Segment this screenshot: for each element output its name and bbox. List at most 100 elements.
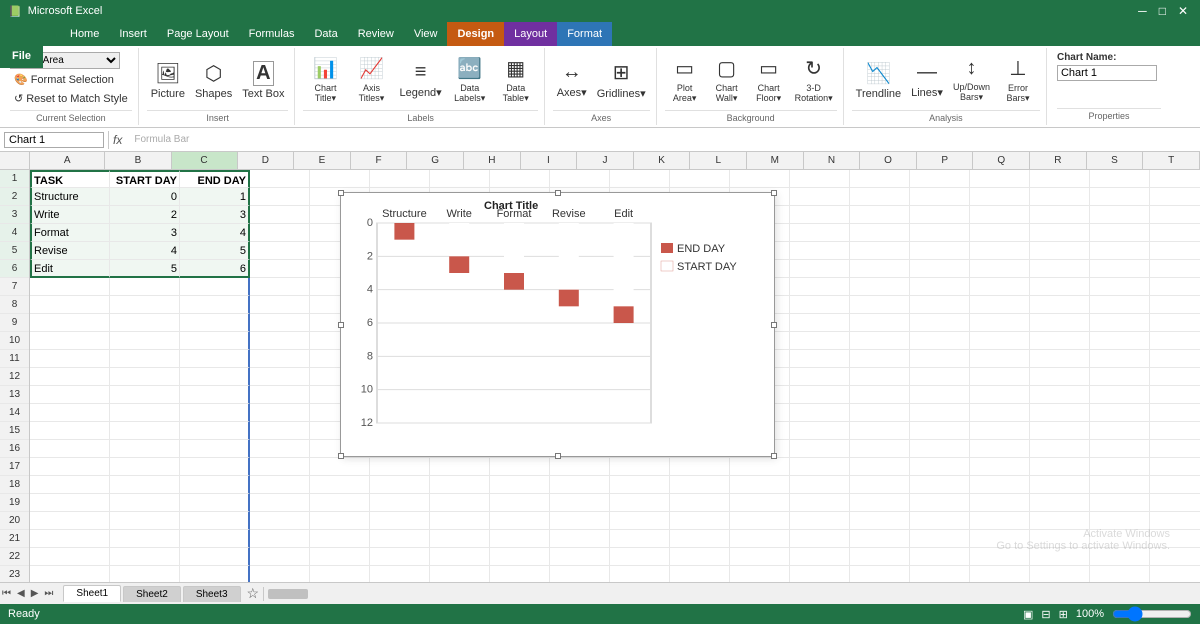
cell-8-D[interactable] [250,296,310,314]
cell-16-B[interactable] [110,440,180,458]
cell-23-M[interactable] [790,566,850,582]
cell-16-M[interactable] [790,440,850,458]
col-header-g[interactable]: G [407,152,464,169]
cell-9-Q[interactable] [1030,314,1090,332]
cell-23-H[interactable] [490,566,550,582]
cell-13-C[interactable] [180,386,250,404]
cell-5-N[interactable] [850,242,910,260]
cell-11-B[interactable] [110,350,180,368]
cell-20-M[interactable] [790,512,850,530]
cell-21-J[interactable] [610,530,670,548]
cell-9-O[interactable] [910,314,970,332]
cell-18-Q[interactable] [1030,476,1090,494]
cell-4-N[interactable] [850,224,910,242]
cell-7-B[interactable] [110,278,180,296]
row-num-2[interactable]: 2 [0,188,29,206]
cell-12-S[interactable] [1150,368,1200,386]
sheet-tab-2[interactable]: Sheet2 [123,586,181,602]
cell-11-O[interactable] [910,350,970,368]
cell-6-R[interactable] [1090,260,1150,278]
cell-15-R[interactable] [1090,422,1150,440]
minimize-btn[interactable]: ─ [1134,4,1151,18]
cell-1-Q[interactable] [1030,170,1090,188]
reset-match-btn[interactable]: ↺ Reset to Match Style [10,90,132,107]
cell-17-L[interactable] [730,458,790,476]
cell-19-F[interactable] [370,494,430,512]
cell-1-E[interactable] [310,170,370,188]
cell-9-M[interactable] [790,314,850,332]
cell-15-P[interactable] [970,422,1030,440]
cell-12-C[interactable] [180,368,250,386]
h-scrollbar-thumb[interactable] [268,589,308,599]
cell-18-I[interactable] [550,476,610,494]
cell-23-I[interactable] [550,566,610,582]
cell-10-B[interactable] [110,332,180,350]
cell-12-R[interactable] [1090,368,1150,386]
cell-18-J[interactable] [610,476,670,494]
cell-19-K[interactable] [670,494,730,512]
updown-bars-btn[interactable]: ↕ Up/DownBars▾ [949,55,994,105]
cell-16-A[interactable] [30,440,110,458]
cell-11-R[interactable] [1090,350,1150,368]
cell-13-M[interactable] [790,386,850,404]
cell-8-R[interactable] [1090,296,1150,314]
data-table-btn[interactable]: ▦ DataTable▾ [494,54,538,106]
cell-23-E[interactable] [310,566,370,582]
cell-17-C[interactable] [180,458,250,476]
cell-18-F[interactable] [370,476,430,494]
cell-21-A[interactable] [30,530,110,548]
cell-5-O[interactable] [910,242,970,260]
cell-7-C[interactable] [180,278,250,296]
cell-15-O[interactable] [910,422,970,440]
cell-7-O[interactable] [910,278,970,296]
cell-1-N[interactable] [850,170,910,188]
cell-11-N[interactable] [850,350,910,368]
cell-18-G[interactable] [430,476,490,494]
cell-2-P[interactable] [970,188,1030,206]
cell-21-M[interactable] [790,530,850,548]
cell-8-S[interactable] [1150,296,1200,314]
cell-20-R[interactable] [1090,512,1150,530]
cell-6-A[interactable]: Edit [30,260,110,278]
chart-handle-6[interactable] [555,453,561,459]
cell-21-Q[interactable] [1030,530,1090,548]
cell-16-N[interactable] [850,440,910,458]
cell-14-M[interactable] [790,404,850,422]
cell-23-C[interactable] [180,566,250,582]
tab-page-layout[interactable]: Page Layout [157,22,239,46]
picture-btn[interactable]: 🖼 Picture [147,59,189,102]
cell-10-C[interactable] [180,332,250,350]
row-num-11[interactable]: 11 [0,350,29,368]
cell-16-P[interactable] [970,440,1030,458]
cell-4-C[interactable]: 4 [180,224,250,242]
cell-16-Q[interactable] [1030,440,1090,458]
cell-17-M[interactable] [790,458,850,476]
file-tab[interactable]: File [0,44,43,68]
cell-5-S[interactable] [1150,242,1200,260]
cell-21-B[interactable] [110,530,180,548]
gridlines-btn[interactable]: ⊞ Gridlines▾ [593,58,650,102]
cell-18-S[interactable] [1150,476,1200,494]
tab-layout[interactable]: Layout [504,22,557,46]
cell-23-N[interactable] [850,566,910,582]
cell-7-A[interactable] [30,278,110,296]
cell-19-L[interactable] [730,494,790,512]
cell-13-P[interactable] [970,386,1030,404]
cell-8-Q[interactable] [1030,296,1090,314]
cell-19-J[interactable] [610,494,670,512]
cell-16-O[interactable] [910,440,970,458]
cell-3-C[interactable]: 3 [180,206,250,224]
chart-titles-btn[interactable]: 📊 ChartTitle▾ [303,54,347,106]
cell-23-S[interactable] [1150,566,1200,582]
cell-19-R[interactable] [1090,494,1150,512]
cell-22-P[interactable] [970,548,1030,566]
cell-19-S[interactable] [1150,494,1200,512]
cell-11-D[interactable] [250,350,310,368]
cell-17-O[interactable] [910,458,970,476]
cell-22-J[interactable] [610,548,670,566]
cell-9-C[interactable] [180,314,250,332]
cell-6-O[interactable] [910,260,970,278]
cell-17-B[interactable] [110,458,180,476]
cell-21-L[interactable] [730,530,790,548]
cell-18-N[interactable] [850,476,910,494]
